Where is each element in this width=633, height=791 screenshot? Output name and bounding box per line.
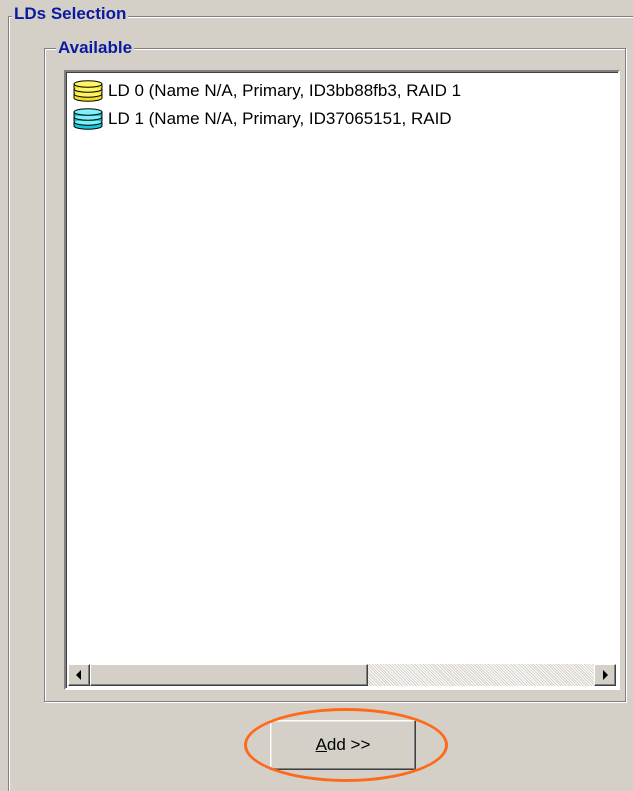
list-item-ld-1[interactable]: LD 1 (Name N/A, Primary, ID37065151, RAI… (72, 106, 452, 132)
horizontal-scrollbar[interactable] (68, 664, 616, 686)
disk-stack-yellow-icon (73, 80, 103, 102)
lds-selection-title: LDs Selection (12, 4, 129, 24)
scrollbar-thumb[interactable] (90, 664, 368, 686)
available-title: Available (56, 38, 135, 58)
list-item-ld-0[interactable]: LD 0 (Name N/A, Primary, ID3bb88fb3, RAI… (72, 78, 461, 104)
disk-stack-cyan-icon (73, 108, 103, 130)
list-item-label: LD 1 (Name N/A, Primary, ID37065151, RAI… (108, 109, 452, 128)
arrow-left-icon (76, 670, 81, 680)
add-button-mnemonic: A (315, 735, 327, 754)
scroll-right-button[interactable] (594, 664, 616, 686)
available-ld-listbox[interactable]: LD 0 (Name N/A, Primary, ID3bb88fb3, RAI… (64, 70, 620, 690)
lds-selection-panel: LDs Selection Available LD 0 (Name N/A, … (0, 0, 633, 791)
arrow-right-icon (603, 670, 608, 680)
add-button-label: dd >> (326, 735, 371, 754)
add-button[interactable]: Add >> (270, 720, 416, 770)
scroll-left-button[interactable] (68, 664, 90, 686)
list-item-label: LD 0 (Name N/A, Primary, ID3bb88fb3, RAI… (108, 81, 462, 100)
